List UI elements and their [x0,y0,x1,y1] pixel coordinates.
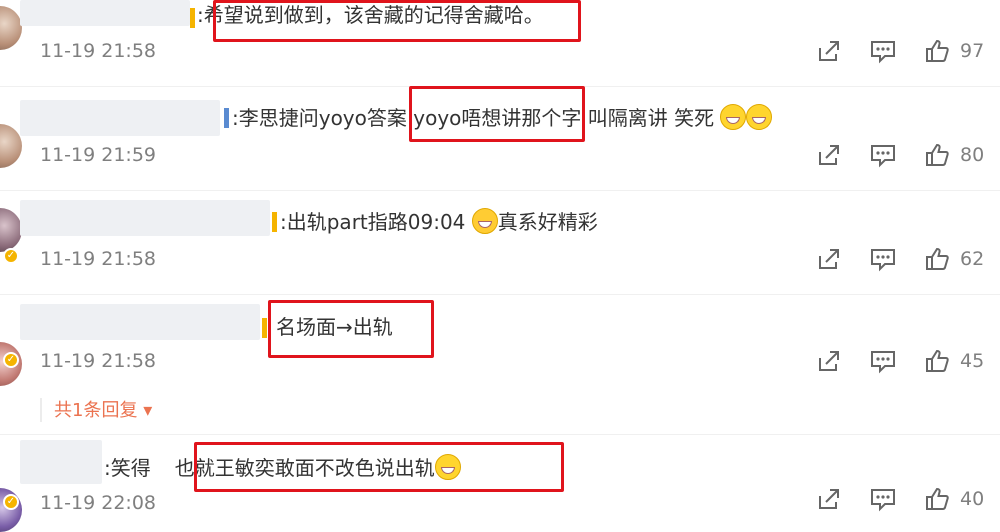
comment-icon[interactable] [870,246,896,272]
comment-text-prefix: :出轨part指路09:04 [280,210,466,234]
like-count: 80 [960,144,985,166]
comment-time: 11-19 21:58 [40,350,157,372]
username-blurred[interactable] [20,304,260,340]
username-blurred[interactable] [20,0,190,26]
laughing-emoji-icon [746,104,773,130]
laughing-emoji-icon [720,104,747,130]
comment-icon[interactable] [870,142,896,168]
verified-badge-icon: ✓ [3,248,19,264]
like-count: 62 [960,248,985,270]
avatar[interactable] [0,208,22,252]
thumbs-up-icon[interactable] [924,38,950,64]
avatar[interactable] [0,124,22,168]
comment-time: 11-19 21:59 [40,144,157,166]
share-icon[interactable] [816,348,842,374]
thumbs-up-icon[interactable] [924,486,950,512]
name-marker [262,318,267,338]
comment-text-suffix: 叫隔离讲 笑死 [581,106,715,130]
share-icon[interactable] [816,38,842,64]
verified-badge-icon: ✓ [3,352,19,368]
comment-icon[interactable] [870,486,896,512]
like-count: 45 [960,350,985,372]
username-blurred[interactable] [20,200,270,236]
comment-time: 11-19 22:08 [40,492,157,514]
comment-text-prefix: :笑得 [104,456,151,480]
highlight-box [268,300,434,358]
share-icon[interactable] [816,246,842,272]
comment-item: :希望说到做到，该舍藏的记得舍藏哈。 11-19 21:58 [0,0,1000,86]
highlight-box [194,442,564,492]
thumbs-up-icon[interactable] [924,348,950,374]
thumbs-up-icon[interactable] [924,142,950,168]
comment-time: 11-19 21:58 [40,40,157,62]
comment-icon[interactable] [870,348,896,374]
name-marker [272,212,277,232]
comment-text-prefix: :李思捷问yoyo答案 [232,106,414,130]
share-icon[interactable] [816,486,842,512]
comment-item: ✓ :出轨part指路09:04 真系好精彩 11-19 21:58 [0,190,1000,294]
highlight-box [213,0,581,42]
like-count: 97 [960,40,985,62]
replies-label: 共1条回复 [54,400,138,421]
username-blurred[interactable] [20,100,220,136]
share-icon[interactable] [816,142,842,168]
cat-emoji-icon [471,208,498,234]
comment-time: 11-19 21:58 [40,248,157,270]
verified-badge-icon: ✓ [3,494,19,510]
comment-item: ✓ :笑得 也就王敏奕敢面不改色说出轨 11-19 22:08 [0,434,1000,532]
view-replies-link[interactable]: 共1条回复 ▾ [54,396,152,422]
username-blurred[interactable] [20,440,102,484]
comment-icon[interactable] [870,38,896,64]
comment-text-suffix: 真系好精彩 [497,210,598,234]
like-count: 40 [960,488,985,510]
thumbs-up-icon[interactable] [924,246,950,272]
avatar[interactable] [0,6,22,50]
comment-text: :出轨part指路09:04 真系好精彩 [280,208,598,235]
reply-indent-line [40,398,42,422]
chevron-down-icon: ▾ [143,400,153,421]
highlight-box [409,86,585,142]
comment-item: :李思捷问yoyo答案 yoyo唔想讲那个字 叫隔离讲 笑死 11-19 21:… [0,86,1000,190]
name-marker [224,108,229,128]
name-marker [190,8,195,28]
